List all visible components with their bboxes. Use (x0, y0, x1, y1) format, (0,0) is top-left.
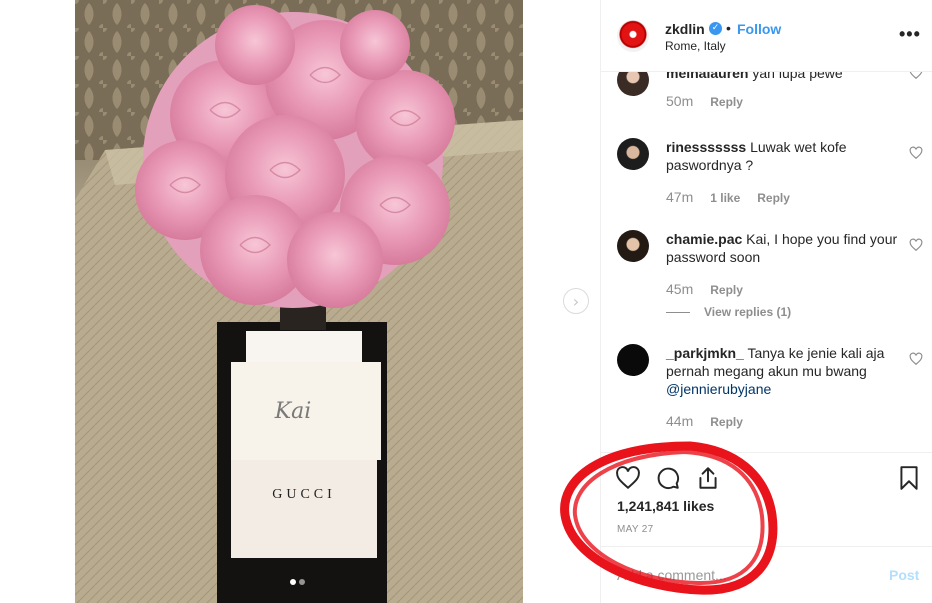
heart-icon[interactable] (615, 465, 641, 491)
author-avatar[interactable] (617, 20, 649, 52)
verified-badge-icon: ✓ (709, 22, 722, 35)
comment-like-heart-icon[interactable] (909, 72, 923, 80)
view-replies-button[interactable]: View replies (1) (666, 305, 791, 319)
reply-button[interactable]: Reply (710, 283, 743, 297)
reply-button[interactable]: Reply (710, 415, 743, 429)
comment-meta: 50m Reply (666, 93, 743, 109)
comment-time: 47m (666, 189, 694, 205)
post-side-panel: zkdlin ✓ • Follow Rome, Italy ••• melnal… (600, 0, 932, 603)
commenter-avatar[interactable] (617, 230, 649, 262)
comment-like-heart-icon[interactable] (909, 238, 923, 252)
comment-time: 44m (666, 413, 694, 429)
comment-text: rinesssssss Luwak wet kofe paswordnya ? (666, 138, 901, 174)
reply-button[interactable]: Reply (710, 95, 743, 109)
comment-username[interactable]: melnalauren (666, 72, 748, 81)
next-photo-button[interactable]: › (563, 288, 589, 314)
commenter-avatar[interactable] (617, 72, 649, 96)
add-comment-bar: Post (601, 546, 932, 603)
comment-meta: 47m 1 like Reply (666, 189, 790, 205)
replies-divider-line (666, 311, 690, 313)
commenter-avatar[interactable] (617, 344, 649, 376)
carousel-dot-active (290, 579, 296, 585)
likes-count[interactable]: 1,241,841 likes (617, 498, 714, 514)
comment-likes-count[interactable]: 1 like (710, 191, 740, 205)
comment-item: chamie.pac Kai, I hope you find your pas… (601, 230, 932, 322)
post-location[interactable]: Rome, Italy (665, 39, 726, 53)
gucci-label: GUCCI (272, 487, 336, 502)
comment-like-heart-icon[interactable] (909, 352, 923, 366)
chevron-right-icon: › (572, 291, 580, 311)
comment-text: melnalauren yah lupa pewe (666, 72, 901, 82)
post-photo[interactable]: GUCCI Kai (75, 0, 523, 603)
follow-button[interactable]: Follow (737, 21, 781, 37)
more-options-icon[interactable]: ••• (899, 24, 921, 45)
carousel-dot (299, 579, 305, 585)
reply-button[interactable]: Reply (757, 191, 790, 205)
add-comment-input[interactable] (617, 565, 877, 585)
comment-time: 50m (666, 93, 694, 109)
comment-username[interactable]: rinesssssss (666, 139, 746, 155)
comment-username[interactable]: chamie.pac (666, 231, 742, 247)
card-signature: Kai (274, 399, 312, 424)
media-area: GUCCI Kai › (0, 0, 600, 603)
author-username[interactable]: zkdlin (665, 21, 705, 37)
bookmark-icon[interactable] (896, 465, 922, 491)
comment-text: chamie.pac Kai, I hope you find your pas… (666, 230, 901, 266)
comment-meta: 45m Reply (666, 281, 743, 297)
header-separator: • (726, 20, 731, 36)
comment-item: melnalauren yah lupa pewe 50m Reply (601, 72, 932, 122)
comment-meta: 44m Reply (666, 413, 743, 429)
comment-mention-link[interactable]: @jennierubyjane (666, 381, 771, 397)
post-header: zkdlin ✓ • Follow Rome, Italy ••• (601, 0, 932, 72)
post-comment-button[interactable]: Post (889, 567, 919, 583)
comment-text: _parkjmkn_ Tanya ke jenie kali aja perna… (666, 344, 901, 398)
comment-username[interactable]: _parkjmkn_ (666, 345, 744, 361)
carousel-dots (290, 579, 305, 585)
comment-icon[interactable] (655, 465, 681, 491)
comment-item: _parkjmkn_ Tanya ke jenie kali aja perna… (601, 344, 932, 434)
view-replies-label: View replies (1) (704, 305, 792, 319)
commenter-avatar[interactable] (617, 138, 649, 170)
photo-illustration: GUCCI Kai (75, 0, 523, 603)
share-icon[interactable] (695, 465, 721, 491)
comment-like-heart-icon[interactable] (909, 146, 923, 160)
post-actions: 1,241,841 likes MAY 27 (601, 452, 932, 546)
comments-list[interactable]: melnalauren yah lupa pewe 50m Reply rine… (601, 72, 932, 452)
comment-time: 45m (666, 281, 694, 297)
comment-item: rinesssssss Luwak wet kofe paswordnya ? … (601, 138, 932, 208)
comment-body: yah lupa pewe (752, 72, 843, 81)
post-date[interactable]: MAY 27 (617, 524, 653, 535)
